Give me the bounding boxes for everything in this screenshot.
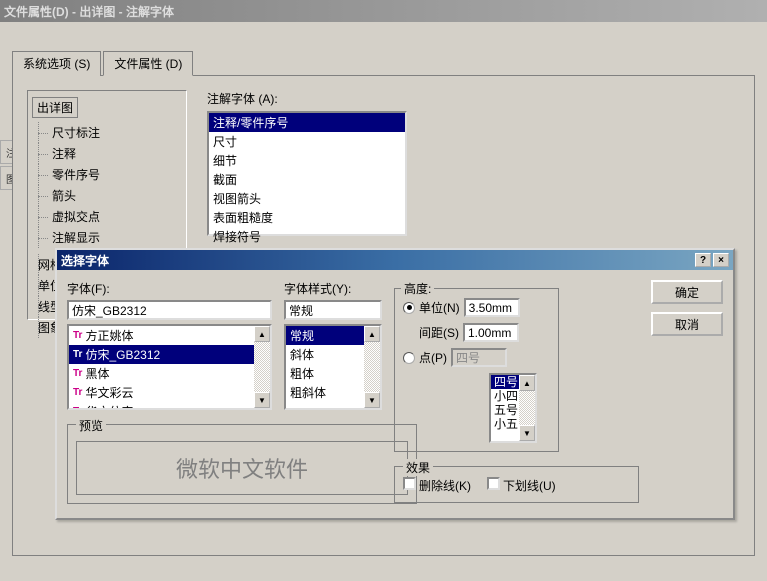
style-listbox[interactable]: 常规 斜体 粗体 粗斜体 ▲ ▼ <box>284 324 382 410</box>
strike-label: 删除线(K) <box>419 479 471 493</box>
list-item[interactable]: Tr华文彩云 <box>69 383 270 402</box>
underline-checkbox-label[interactable]: 下划线(U) <box>487 477 556 494</box>
main-titlebar: 文件属性(D) - 出详图 - 注解字体 <box>0 0 767 22</box>
truetype-icon: Tr <box>73 368 82 379</box>
unit-input[interactable]: 3.50mm <box>464 298 520 317</box>
tree-item[interactable]: 注解显示 <box>32 227 182 248</box>
list-item[interactable]: 注释/零件序号 <box>209 113 405 132</box>
tree-item[interactable]: 尺寸标注 <box>32 122 182 143</box>
preview-label: 预览 <box>76 417 106 434</box>
button-column: 确定 取消 <box>651 280 723 336</box>
ok-button[interactable]: 确定 <box>651 280 723 304</box>
cancel-button[interactable]: 取消 <box>651 312 723 336</box>
tree-item[interactable]: 虚拟交点 <box>32 206 182 227</box>
font-name: 华文仿宋 <box>85 403 133 410</box>
font-name: 黑体 <box>85 365 109 382</box>
truetype-icon: Tr <box>73 349 82 360</box>
list-item[interactable]: 截面 <box>209 170 405 189</box>
underline-checkbox[interactable] <box>487 477 500 490</box>
font-name: 方正姚体 <box>85 327 133 344</box>
tree-group-label[interactable]: 出详图 <box>32 97 78 118</box>
scroll-track[interactable] <box>254 342 270 392</box>
list-item[interactable]: 视图箭头 <box>209 189 405 208</box>
close-button[interactable]: × <box>713 253 729 267</box>
scroll-track[interactable] <box>519 391 535 425</box>
annotation-listbox[interactable]: 注释/零件序号 尺寸 细节 截面 视图箭头 表面粗糙度 焊接符号 <box>207 111 407 236</box>
tree-item[interactable]: 注释 <box>32 143 182 164</box>
scroll-down-icon[interactable]: ▼ <box>519 425 535 441</box>
scrollbar[interactable]: ▲ ▼ <box>364 326 380 408</box>
height-label: 高度: <box>401 280 434 297</box>
font-column: 字体(F): 仿宋_GB2312 Tr方正姚体 Tr仿宋_GB2312 Tr黑体… <box>67 280 272 504</box>
unit-value: 3.50mm <box>469 301 512 315</box>
point-radio[interactable] <box>403 352 415 364</box>
tab-file[interactable]: 文件属性 (D) <box>103 51 193 76</box>
truetype-icon: Tr <box>73 330 82 341</box>
dialog-titlebar[interactable]: 选择字体 ? × <box>57 250 733 270</box>
list-item[interactable]: Tr仿宋_GB2312 <box>69 345 270 364</box>
spacing-input[interactable]: 1.00mm <box>463 323 519 342</box>
tree-item[interactable]: 箭头 <box>32 185 182 206</box>
font-input[interactable]: 仿宋_GB2312 <box>67 300 272 320</box>
unit-radio[interactable] <box>403 302 415 314</box>
point-label: 点(P) <box>419 349 447 366</box>
font-label: 字体(F): <box>67 280 272 297</box>
scroll-up-icon[interactable]: ▲ <box>519 375 535 391</box>
list-item[interactable]: Tr华文仿宋 <box>69 402 270 410</box>
tabs: 系统选项 (S) 文件属性 (D) <box>12 50 755 76</box>
list-item[interactable]: Tr方正姚体 <box>69 326 270 345</box>
font-dialog: 选择字体 ? × 字体(F): 仿宋_GB2312 Tr方正姚体 Tr仿宋_GB… <box>55 248 735 520</box>
annotation-label: 注解字体 (A): <box>207 90 740 107</box>
style-input[interactable]: 常规 <box>284 300 382 320</box>
font-name: 仿宋_GB2312 <box>85 346 160 363</box>
effects-groupbox: 效果 删除线(K) 下划线(U) <box>394 466 639 503</box>
annotation-section: 注解字体 (A): 注释/零件序号 尺寸 细节 截面 视图箭头 表面粗糙度 焊接… <box>207 90 740 236</box>
tab-system[interactable]: 系统选项 (S) <box>12 51 101 76</box>
font-listbox[interactable]: Tr方正姚体 Tr仿宋_GB2312 Tr黑体 Tr华文彩云 Tr华文仿宋 ▲ … <box>67 324 272 410</box>
underline-label: 下划线(U) <box>503 479 556 493</box>
strike-checkbox[interactable] <box>403 477 416 490</box>
scrollbar[interactable]: ▲ ▼ <box>519 375 535 441</box>
scroll-down-icon[interactable]: ▼ <box>364 392 380 408</box>
tree-item[interactable]: 零件序号 <box>32 164 182 185</box>
spacing-label: 间距(S) <box>419 324 459 341</box>
unit-label: 单位(N) <box>419 299 460 316</box>
help-button[interactable]: ? <box>695 253 711 267</box>
size-listbox[interactable]: 四号 小四 五号 小五 ▲ ▼ <box>489 373 537 443</box>
list-item[interactable]: 表面粗糙度 <box>209 208 405 227</box>
list-item[interactable]: 尺寸 <box>209 132 405 151</box>
preview-text: 微软中文软件 <box>76 441 408 495</box>
effects-label: 效果 <box>403 459 433 476</box>
main-title: 文件属性(D) - 出详图 - 注解字体 <box>4 3 174 20</box>
truetype-icon: Tr <box>73 406 82 410</box>
font-input-value: 仿宋_GB2312 <box>72 302 147 319</box>
truetype-icon: Tr <box>73 387 82 398</box>
list-item[interactable]: 细节 <box>209 151 405 170</box>
font-name: 华文彩云 <box>85 384 133 401</box>
spacing-value: 1.00mm <box>468 326 511 340</box>
preview-groupbox: 预览 微软中文软件 <box>67 424 417 504</box>
style-column: 字体样式(Y): 常规 常规 斜体 粗体 粗斜体 ▲ ▼ <box>284 280 382 410</box>
list-item[interactable]: Tr黑体 <box>69 364 270 383</box>
dialog-title: 选择字体 <box>61 252 693 269</box>
list-item[interactable]: 焊接符号 <box>209 227 405 246</box>
style-label: 字体样式(Y): <box>284 280 382 297</box>
height-groupbox: 高度: 单位(N) 3.50mm 间距(S) 1.00mm 点(P) 四号 <box>394 288 559 452</box>
point-value: 四号 <box>456 349 480 366</box>
point-input: 四号 <box>451 348 507 367</box>
strike-checkbox-label[interactable]: 删除线(K) <box>403 477 471 494</box>
scroll-track[interactable] <box>364 342 380 392</box>
style-input-value: 常规 <box>289 302 313 319</box>
height-column: 高度: 单位(N) 3.50mm 间距(S) 1.00mm 点(P) 四号 <box>394 280 639 503</box>
scroll-down-icon[interactable]: ▼ <box>254 392 270 408</box>
scrollbar[interactable]: ▲ ▼ <box>254 326 270 408</box>
scroll-up-icon[interactable]: ▲ <box>364 326 380 342</box>
scroll-up-icon[interactable]: ▲ <box>254 326 270 342</box>
